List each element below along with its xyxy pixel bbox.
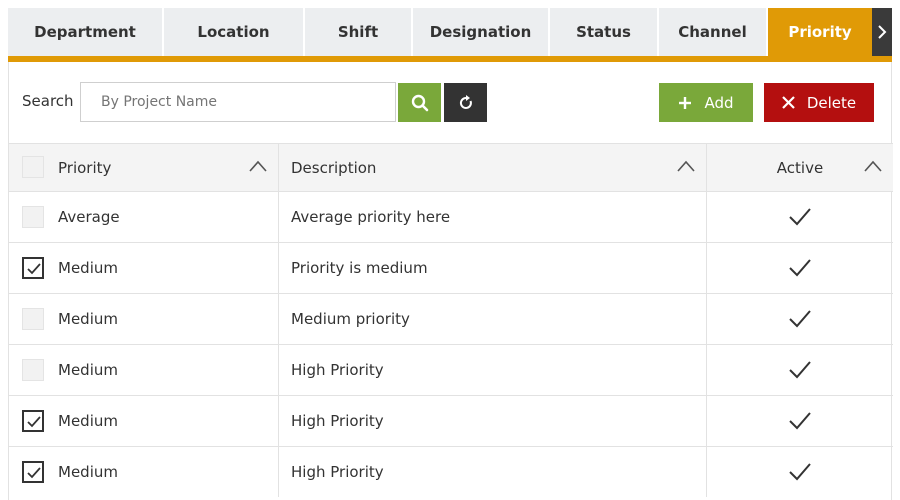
table-row[interactable]: Medium High Priority: [9, 446, 893, 497]
cell-description: Average priority here: [279, 192, 707, 242]
tab-label: Location: [197, 23, 270, 41]
priority-text: Medium: [58, 259, 118, 277]
priority-text: Medium: [58, 361, 118, 379]
tab-label: Priority: [788, 23, 852, 41]
priority-panel: Search Add Delete Priority Description A…: [8, 62, 893, 500]
description-text: Priority is medium: [291, 259, 428, 277]
table-body: Average Average priority here Medium Priori…: [9, 191, 893, 497]
priority-text: Medium: [58, 310, 118, 328]
cell-description: High Priority: [279, 345, 707, 395]
priority-table: Priority Description Active Average Avera…: [9, 143, 893, 497]
row-checkbox[interactable]: [22, 410, 44, 432]
description-text: Medium priority: [291, 310, 410, 328]
priority-text: Medium: [58, 412, 118, 430]
check-icon: [27, 263, 41, 275]
active-check-icon: [789, 208, 811, 226]
table-header-row: Priority Description Active: [9, 143, 893, 191]
cell-description: High Priority: [279, 396, 707, 446]
cell-priority: Average: [9, 192, 279, 242]
column-header-label: Active: [776, 158, 824, 177]
refresh-icon: [459, 94, 472, 109]
tab-status[interactable]: Status: [550, 8, 659, 56]
cell-priority: Medium: [9, 294, 279, 344]
sort-ascending-icon[interactable]: [676, 159, 696, 173]
row-checkbox[interactable]: [22, 308, 44, 330]
tab-label: Department: [34, 23, 136, 41]
row-checkbox[interactable]: [22, 206, 44, 228]
tab-label: Shift: [337, 23, 379, 41]
tab-label: Channel: [678, 23, 747, 41]
tab-department[interactable]: Department: [8, 8, 164, 56]
cell-priority: Medium: [9, 447, 279, 497]
description-text: High Priority: [291, 463, 384, 481]
cell-active: [707, 192, 893, 242]
description-text: Average priority here: [291, 208, 451, 226]
tab-label: Designation: [429, 23, 532, 41]
priority-text: Medium: [58, 463, 118, 481]
plus-icon: [679, 96, 692, 109]
tab-bar: Department Location Shift Designation St…: [8, 8, 892, 56]
column-header-active[interactable]: Active: [707, 144, 893, 191]
cell-description: High Priority: [279, 447, 707, 497]
check-icon: [27, 467, 41, 479]
check-icon: [27, 416, 41, 428]
close-icon: [782, 96, 795, 109]
active-check-icon: [789, 412, 811, 430]
delete-button[interactable]: Delete: [764, 83, 874, 122]
search-button[interactable]: [398, 83, 441, 122]
table-row[interactable]: Medium High Priority: [9, 344, 893, 395]
active-check-icon: [789, 259, 811, 277]
tab-designation[interactable]: Designation: [413, 8, 550, 56]
sort-ascending-icon[interactable]: [863, 159, 883, 173]
cell-description: Medium priority: [279, 294, 707, 344]
sort-ascending-icon[interactable]: [248, 159, 268, 173]
column-header-priority[interactable]: Priority: [9, 144, 279, 191]
cell-priority: Medium: [9, 243, 279, 293]
column-header-label: Priority: [58, 158, 112, 177]
tab-shift[interactable]: Shift: [305, 8, 413, 56]
table-row[interactable]: Medium Medium priority: [9, 293, 893, 344]
cell-active: [707, 447, 893, 497]
column-header-description[interactable]: Description: [279, 144, 707, 191]
cell-active: [707, 345, 893, 395]
cell-priority: Medium: [9, 345, 279, 395]
cell-description: Priority is medium: [279, 243, 707, 293]
table-row[interactable]: Medium Priority is medium: [9, 242, 893, 293]
column-header-label: Description: [291, 158, 377, 177]
cell-active: [707, 294, 893, 344]
active-check-icon: [789, 310, 811, 328]
row-checkbox[interactable]: [22, 461, 44, 483]
cell-active: [707, 396, 893, 446]
tab-channel[interactable]: Channel: [659, 8, 768, 56]
active-check-icon: [789, 463, 811, 481]
search-icon: [411, 94, 428, 111]
description-text: High Priority: [291, 412, 384, 430]
description-text: High Priority: [291, 361, 384, 379]
tab-label: Status: [576, 23, 631, 41]
select-all-checkbox[interactable]: [22, 156, 44, 178]
table-row[interactable]: Average Average priority here: [9, 191, 893, 242]
cell-active: [707, 243, 893, 293]
search-input[interactable]: [80, 82, 396, 122]
cell-priority: Medium: [9, 396, 279, 446]
row-checkbox[interactable]: [22, 359, 44, 381]
table-row[interactable]: Medium High Priority: [9, 395, 893, 446]
chevron-right-icon: [878, 25, 887, 39]
refresh-button[interactable]: [444, 83, 487, 122]
add-button[interactable]: Add: [659, 83, 753, 122]
priority-text: Average: [58, 208, 120, 226]
tab-priority[interactable]: Priority: [768, 8, 872, 56]
add-button-label: Add: [704, 93, 734, 112]
active-check-icon: [789, 361, 811, 379]
row-checkbox[interactable]: [22, 257, 44, 279]
search-label: Search: [22, 92, 74, 110]
delete-button-label: Delete: [806, 93, 857, 112]
tab-location[interactable]: Location: [164, 8, 305, 56]
tab-scroll-next-button[interactable]: [872, 8, 892, 56]
